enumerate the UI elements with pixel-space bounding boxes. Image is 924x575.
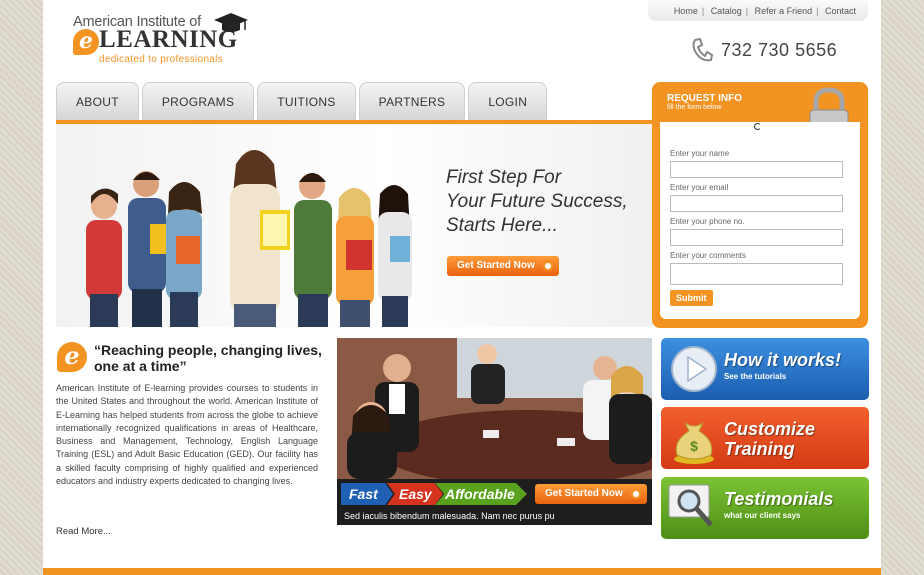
intro-quote: “Reaching people, changing lives, one at…: [94, 342, 322, 374]
nav-tab-programs[interactable]: PROGRAMS: [141, 82, 255, 120]
button-circle-icon: [542, 261, 553, 271]
student-figure: [86, 188, 122, 327]
hero-banner: First Step For Your Future Success, Star…: [56, 124, 653, 327]
promo-banner: Fast Easy Affordable Get Started Now Sed…: [337, 338, 652, 525]
top-link-contact[interactable]: Contact: [825, 6, 856, 16]
phone-input[interactable]: [670, 229, 843, 246]
e-logo-icon: e: [57, 342, 87, 372]
top-link-catalog[interactable]: Catalog: [711, 6, 742, 16]
promo-get-started-label: Get Started Now: [545, 488, 623, 499]
phone-icon: [692, 38, 713, 62]
logo-e-icon: e: [73, 29, 99, 55]
promo-word-affordable: Affordable: [435, 483, 527, 505]
play-icon: [671, 346, 717, 392]
page: American Institute of e LEARNING dedicat…: [43, 0, 881, 575]
request-info-panel: REQUEST INFO fill the form below Enter y…: [652, 82, 868, 328]
top-link-home[interactable]: Home: [674, 6, 698, 16]
nav-tab-partners[interactable]: PARTNERS: [358, 82, 466, 120]
customize-training-box[interactable]: $ Customize Training: [661, 407, 869, 469]
intro-body: American Institute of E-learning provide…: [56, 383, 318, 487]
magnifier-icon: [668, 484, 713, 527]
logo-tagline: dedicated to professionals: [99, 54, 223, 65]
students-illustration: [86, 150, 412, 327]
nav-tab-login[interactable]: LOGIN: [468, 82, 548, 120]
email-input[interactable]: [670, 195, 843, 212]
comments-textarea[interactable]: [670, 263, 843, 285]
phone-number[interactable]: 732 730 5656: [721, 40, 837, 61]
request-form: Enter your name Enter your email Enter y…: [660, 122, 860, 319]
promo-get-started-button[interactable]: Get Started Now: [535, 484, 647, 504]
name-input[interactable]: [670, 161, 843, 178]
hero-get-started-label: Get Started Now: [457, 260, 535, 271]
how-it-works-subtitle: See the tutorials: [724, 372, 787, 381]
money-bag-icon: $: [674, 421, 714, 464]
footer-bar: [43, 568, 881, 575]
how-it-works-title: How it works!: [724, 350, 842, 370]
name-label: Enter your name: [670, 149, 730, 158]
hero-get-started-button[interactable]: Get Started Now: [447, 256, 559, 276]
comments-label: Enter your comments: [670, 251, 747, 260]
promo-word-easy: Easy: [387, 483, 443, 505]
button-circle-icon: [630, 489, 641, 499]
hero-headline-line: Your Future Success,: [446, 191, 628, 212]
top-links: Home | Catalog | Refer a Friend | Contact: [648, 0, 868, 21]
promo-bar: Fast Easy Affordable Get Started Now Sed…: [337, 479, 652, 525]
testimonials-title: Testimonials: [724, 489, 834, 509]
site-logo[interactable]: American Institute of e LEARNING dedicat…: [73, 13, 248, 65]
request-title: REQUEST INFO: [667, 93, 743, 104]
promo-caption: Sed iaculis bibendum malesuada. Nam nec …: [344, 511, 555, 521]
hero-headline: First Step For Your Future Success, Star…: [446, 166, 628, 238]
nav-tab-tuitions[interactable]: TUITIONS: [257, 82, 356, 120]
customize-training-title: Customize Training: [724, 419, 816, 459]
testimonials-subtitle: what our client says: [724, 511, 801, 520]
request-subtitle: fill the form below: [667, 104, 722, 111]
graduation-cap-icon: [214, 13, 248, 32]
loading-icon: [754, 123, 761, 130]
testimonials-box[interactable]: Testimonials what our client says: [661, 477, 869, 539]
phone-label: Enter your phone no.: [670, 217, 745, 226]
how-it-works-box[interactable]: How it works! See the tutorials: [661, 338, 869, 400]
hero-headline-line: First Step For: [446, 167, 562, 188]
meeting-photo: [337, 338, 652, 479]
promo-word-fast: Fast: [341, 483, 393, 505]
svg-text:$: $: [690, 438, 698, 454]
main-nav: ABOUT PROGRAMS TUITIONS PARTNERS LOGIN: [56, 82, 550, 120]
top-link-refer[interactable]: Refer a Friend: [755, 6, 813, 16]
phone-block: 732 730 5656: [691, 38, 837, 62]
read-more-link[interactable]: Read More...: [56, 526, 111, 537]
nav-tab-about[interactable]: ABOUT: [56, 82, 139, 120]
hero-headline-line: Starts Here...: [446, 215, 558, 236]
submit-button[interactable]: Submit: [670, 290, 713, 306]
email-label: Enter your email: [670, 183, 729, 192]
